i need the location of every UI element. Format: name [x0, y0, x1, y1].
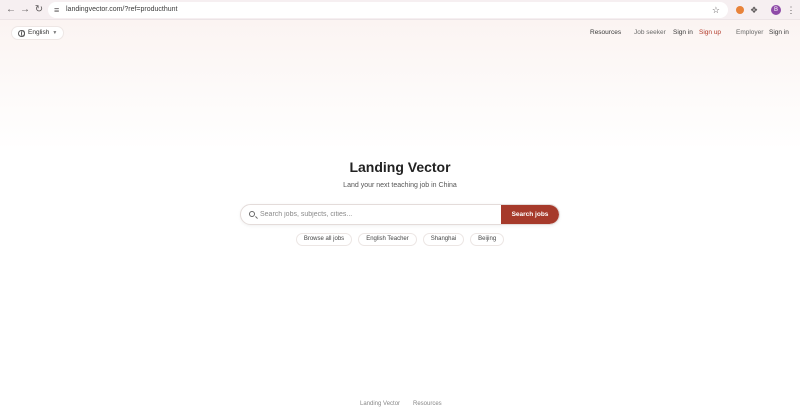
chip-beijing[interactable]: Beijing — [470, 233, 505, 246]
hero-title: Landing Vector — [349, 159, 451, 175]
profile-avatar[interactable]: B — [771, 5, 781, 15]
employer-sign-in-link[interactable]: Sign in — [769, 28, 789, 38]
browser-menu-icon[interactable]: ⋮ — [784, 3, 798, 17]
back-icon[interactable]: ← — [4, 3, 18, 17]
quick-filter-chips: Browse all jobs English Teacher Shanghai… — [0, 233, 800, 246]
forward-icon[interactable]: → — [18, 3, 32, 17]
search-input[interactable] — [260, 205, 500, 224]
nav-resources-link[interactable]: Resources — [590, 28, 621, 38]
search-icon — [249, 211, 255, 217]
extension-icon[interactable] — [736, 6, 744, 14]
search-jobs-button[interactable]: Search jobs — [501, 205, 559, 224]
landing-page: English ▼ Resources Job seeker Sign in S… — [0, 20, 800, 414]
puzzle-extensions-icon[interactable]: ❖ — [747, 3, 761, 17]
browser-toolbar: ← → ↻ ≡ landingvector.com/?ref=producthu… — [0, 0, 800, 20]
site-info-icon[interactable]: ≡ — [54, 3, 59, 17]
search-bar: Search jobs — [240, 204, 560, 225]
footer-resources-link[interactable]: Resources — [413, 400, 442, 408]
reload-icon[interactable]: ↻ — [32, 3, 46, 17]
language-selector[interactable]: English ▼ — [11, 26, 65, 40]
sign-up-link[interactable]: Sign up — [699, 28, 721, 38]
globe-icon — [18, 29, 25, 37]
chevron-down-icon: ▼ — [52, 30, 58, 36]
job-seeker-sign-in-link[interactable]: Sign in — [673, 28, 693, 38]
address-bar[interactable]: ≡ landingvector.com/?ref=producthunt ☆ — [48, 2, 728, 18]
chip-shanghai[interactable]: Shanghai — [422, 233, 465, 246]
address-url[interactable]: landingvector.com/?ref=producthunt — [66, 2, 178, 18]
language-label: English — [28, 29, 50, 36]
nav-job-seeker-label: Job seeker — [634, 29, 666, 36]
bookmark-star-icon[interactable]: ☆ — [712, 2, 720, 18]
chip-english-teacher[interactable]: English Teacher — [358, 233, 417, 246]
nav-employer-label: Employer — [736, 29, 764, 36]
chip-browse-all-jobs[interactable]: Browse all jobs — [295, 233, 353, 246]
hero-subtitle: Land your next teaching job in China — [343, 182, 457, 189]
footer-brand-link[interactable]: Landing Vector — [360, 400, 400, 408]
